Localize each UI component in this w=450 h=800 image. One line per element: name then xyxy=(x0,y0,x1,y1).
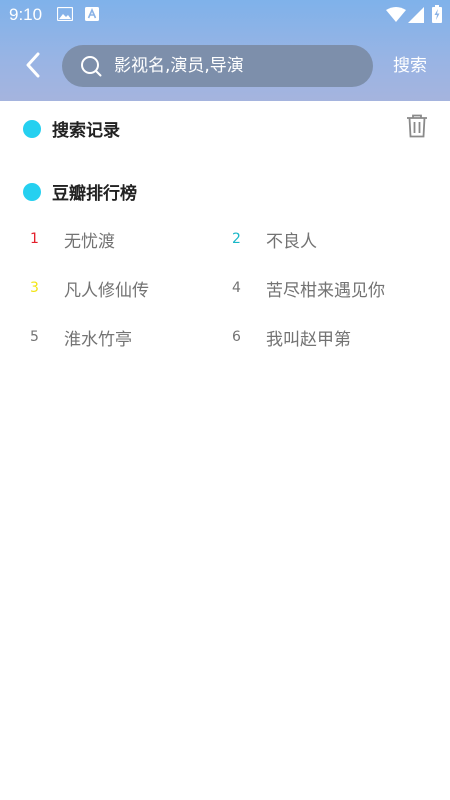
rank-number: 2 xyxy=(232,231,241,247)
search-input[interactable] xyxy=(114,45,364,87)
trash-icon[interactable] xyxy=(406,114,428,142)
rank-item[interactable]: 1 无忧渡 xyxy=(30,227,115,252)
font-notification-icon xyxy=(85,6,99,25)
image-notification-icon xyxy=(56,6,74,25)
rank-title: 我叫赵甲第 xyxy=(266,329,351,350)
search-history-title: 搜索记录 xyxy=(52,121,120,141)
douban-ranking-header: 豆瓣排行榜 xyxy=(23,179,137,204)
rank-item[interactable]: 6 我叫赵甲第 xyxy=(232,325,351,350)
section-dot-icon xyxy=(23,119,41,138)
search-header: 搜索 xyxy=(0,30,450,101)
search-icon xyxy=(80,55,102,81)
rank-title: 凡人修仙传 xyxy=(64,280,149,301)
douban-ranking-title: 豆瓣排行榜 xyxy=(52,184,137,204)
rank-number: 5 xyxy=(30,329,39,345)
rank-number: 4 xyxy=(232,280,241,296)
rank-item[interactable]: 5 淮水竹亭 xyxy=(30,325,132,350)
rank-number: 1 xyxy=(30,231,39,247)
rank-item[interactable]: 2 不良人 xyxy=(232,227,317,252)
search-box[interactable] xyxy=(62,45,373,87)
section-dot-icon xyxy=(23,182,41,201)
wifi-icon xyxy=(386,7,406,27)
battery-icon xyxy=(432,5,442,27)
rank-title: 淮水竹亭 xyxy=(64,329,132,350)
back-button[interactable] xyxy=(18,50,48,80)
status-bar: 9:10 xyxy=(0,0,450,30)
chevron-left-icon xyxy=(26,52,40,78)
rank-number: 3 xyxy=(30,280,39,296)
rank-title: 无忧渡 xyxy=(64,231,115,252)
signal-icon xyxy=(408,7,424,27)
status-time: 9:10 xyxy=(9,5,43,24)
search-history-header: 搜索记录 xyxy=(23,116,120,141)
rank-title: 苦尽柑来遇见你 xyxy=(266,280,385,301)
top-bar: 9:10 搜索 xyxy=(0,0,450,101)
rank-title: 不良人 xyxy=(266,231,317,252)
rank-item[interactable]: 4 苦尽柑来遇见你 xyxy=(232,276,385,301)
search-button[interactable]: 搜索 xyxy=(393,55,427,77)
rank-item[interactable]: 3 凡人修仙传 xyxy=(30,276,149,301)
rank-number: 6 xyxy=(232,329,241,345)
